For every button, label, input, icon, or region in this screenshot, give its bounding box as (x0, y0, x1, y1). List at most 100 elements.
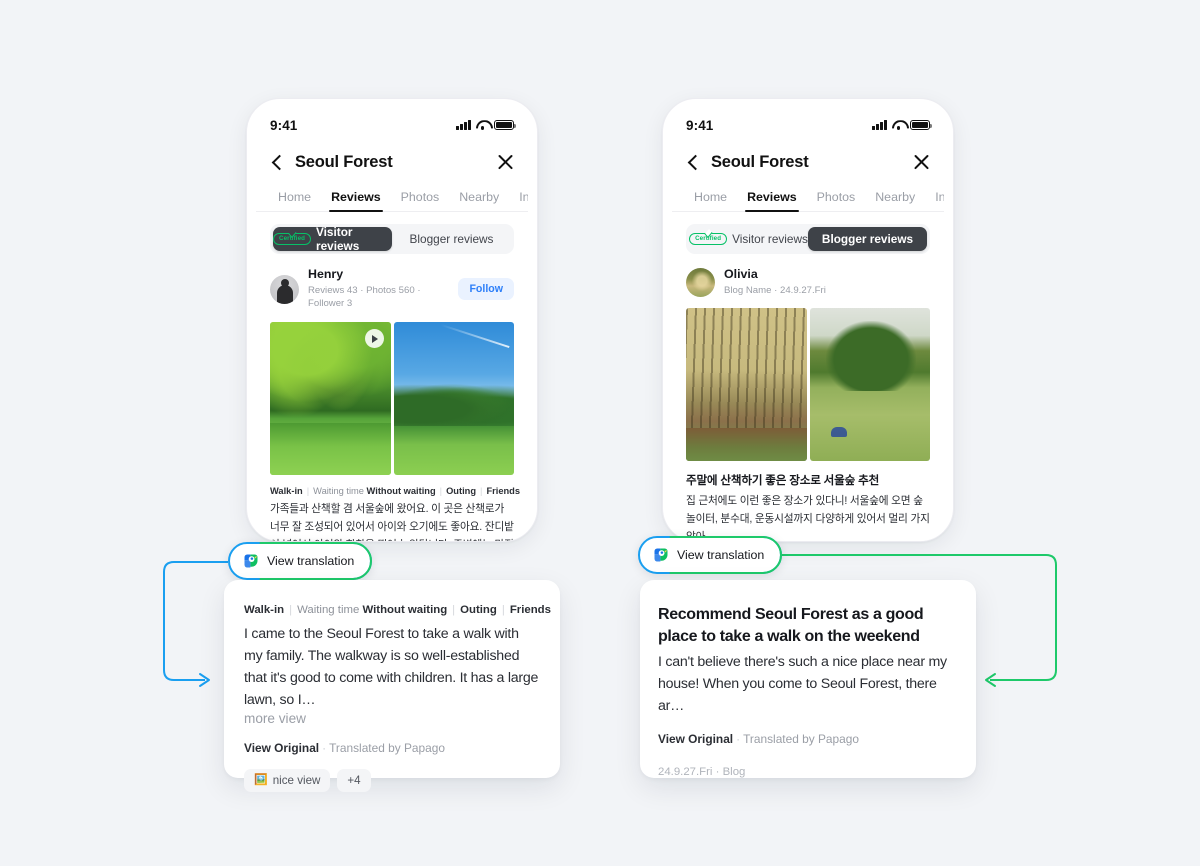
blue-sky-park-photo[interactable] (393, 322, 514, 476)
tab-home[interactable]: Home (268, 190, 321, 211)
tab-reviews[interactable]: Reviews (321, 190, 391, 213)
author-name: Henry (308, 267, 344, 281)
chip-waiting-value: Without waiting (366, 486, 436, 497)
segment-blogger-reviews[interactable]: Blogger reviews (808, 227, 927, 251)
tag-nice-view[interactable]: 🖼️ nice view (244, 769, 331, 792)
nav-bar: Seoul Forest (672, 142, 944, 182)
page-root: 9:41 Seoul Forest Home Reviews Photos Ne… (0, 0, 1200, 866)
review-body: 주말에 산책하기 좋은 장소로 서울숲 추천 집 근처에도 이런 좋은 장소가 … (672, 461, 944, 541)
view-original-link[interactable]: View Original (244, 741, 319, 755)
blog-date-meta: 24.9.27.Fri · Blog (658, 766, 746, 779)
chip-waiting-label: Waiting time (297, 604, 360, 616)
view-translation-button-left[interactable]: View translation (228, 542, 373, 580)
chip-friends: Friends (509, 604, 551, 616)
tag-overflow-count[interactable]: +4 (337, 769, 371, 792)
tab-info[interactable]: Info (509, 190, 528, 211)
signal-icon (872, 120, 887, 131)
blog-body-korean: 집 근처에도 이런 좋은 장소가 있다니! 서울숲에 오면 숲놀이터, 분수대,… (686, 495, 930, 541)
chip-divider: | (439, 486, 443, 497)
review-type-segmented-control: Certified Visitor reviews Blogger review… (686, 224, 930, 254)
wifi-icon (892, 120, 905, 131)
close-icon[interactable] (497, 154, 514, 171)
big-tree-lawn-photo[interactable] (809, 308, 930, 462)
tab-home[interactable]: Home (684, 190, 737, 211)
phone-screen-left: 9:41 Seoul Forest Home Reviews Photos Ne… (256, 108, 528, 541)
view-translation-label: View translation (677, 548, 765, 562)
wifi-icon (476, 120, 489, 131)
segment-visitor-label: Visitor reviews (316, 225, 360, 253)
tab-info[interactable]: Info (925, 190, 944, 211)
review-tag-line: Walk-in | Waiting time Without waiting | Out… (270, 486, 520, 497)
review-tag-line: Walk-in | Waiting time Without waiting | Out… (244, 604, 551, 616)
review-keyword-tags: 🖼️ nice view +4 (244, 769, 540, 792)
chip-divider: | (501, 604, 505, 616)
segment-blogger-label: Blogger reviews (821, 232, 914, 246)
tab-nearby[interactable]: Nearby (865, 190, 925, 211)
page-title: Seoul Forest (711, 152, 809, 171)
chip-divider: | (480, 486, 483, 497)
view-translation-button-right[interactable]: View translation (638, 536, 783, 574)
review-photo-grid (256, 322, 528, 476)
status-icons (872, 119, 933, 131)
translated-review-card-right: Recommend Seoul Forest as a good place t… (640, 580, 976, 778)
translated-by-label: Translated by Papago (329, 741, 445, 755)
certified-badge: Certified (689, 233, 728, 245)
more-view-link[interactable]: more view (244, 711, 540, 726)
translated-text: I came to the Seoul Forest to take a wal… (244, 626, 539, 708)
nav-bar: Seoul Forest (256, 142, 528, 182)
translation-credit-row: View Original · Translated by Papago (658, 732, 958, 746)
author-meta: Reviews 43 · Photos 560 · Follower 3 (308, 284, 421, 310)
framed-picture-icon: 🖼️ (254, 774, 268, 786)
chip-waiting-label: Waiting time (313, 486, 364, 497)
avatar[interactable] (270, 274, 299, 304)
review-type-segmented-control: Certified Visitor reviews Blogger review… (270, 224, 514, 254)
close-icon[interactable] (913, 154, 930, 171)
review-photo-grid (672, 308, 944, 462)
tab-nearby[interactable]: Nearby (449, 190, 509, 211)
review-author-row: Olivia Blog Name · 24.9.27.Fri (672, 254, 944, 308)
willow-lawn-photo[interactable] (270, 322, 391, 476)
segment-blogger-label: Blogger reviews (409, 232, 494, 246)
credit-dot: · (736, 732, 741, 747)
battery-icon (494, 119, 517, 131)
avatar[interactable] (686, 267, 715, 297)
translation-credit-row: View Original · Translated by Papago (244, 741, 540, 755)
tab-bar: Home Reviews Photos Nearby Info (256, 182, 528, 213)
tab-reviews[interactable]: Reviews (737, 190, 807, 213)
tab-bar: Home Reviews Photos Nearby Info (672, 182, 944, 213)
chip-walk-in: Walk-in (244, 604, 285, 616)
segment-visitor-reviews[interactable]: Certified Visitor reviews (689, 227, 808, 251)
tab-photos[interactable]: Photos (391, 190, 450, 211)
phone-screen-right: 9:41 Seoul Forest Home Reviews Photos Ne… (672, 108, 944, 541)
segment-blogger-reviews[interactable]: Blogger reviews (392, 227, 511, 251)
battery-icon (910, 119, 933, 131)
chevron-left-icon[interactable] (686, 154, 702, 170)
birch-forest-photo[interactable] (686, 308, 807, 462)
author-name: Olivia (724, 267, 758, 281)
tab-photos[interactable]: Photos (807, 190, 866, 211)
status-clock: 9:41 (686, 117, 714, 133)
papago-icon (653, 547, 669, 563)
chip-outing: Outing (446, 486, 477, 497)
status-clock: 9:41 (270, 117, 298, 133)
segment-visitor-reviews[interactable]: Certified Visitor reviews (273, 225, 392, 253)
blog-title-korean: 주말에 산책하기 좋은 장소로 서울숲 추천 (686, 474, 880, 488)
author-meta: Blog Name · 24.9.27.Fri (724, 284, 826, 296)
segment-visitor-label: Visitor reviews (732, 232, 808, 246)
chip-divider: | (306, 486, 310, 497)
review-author-row: Henry Reviews 43 · Photos 560 · Follower… (256, 254, 528, 322)
credit-dot: · (322, 741, 327, 755)
chip-divider: | (289, 604, 293, 616)
chip-divider: | (452, 604, 456, 616)
view-original-link[interactable]: View Original (658, 732, 733, 746)
chip-waiting-value: Without waiting (362, 604, 448, 616)
chip-friends: Friends (486, 486, 521, 497)
tag-label: nice view (272, 774, 321, 787)
status-bar: 9:41 (256, 108, 528, 142)
follow-button[interactable]: Follow (458, 278, 514, 301)
chevron-left-icon[interactable] (270, 154, 286, 170)
connector-lines (163, 554, 1057, 687)
play-icon[interactable] (364, 329, 384, 349)
review-text-korean: 가족들과 산책할 겸 서울숲에 왔어요. 이 곳은 산책로가 너무 잘 조성되어… (270, 503, 514, 541)
chip-outing: Outing (460, 604, 497, 616)
